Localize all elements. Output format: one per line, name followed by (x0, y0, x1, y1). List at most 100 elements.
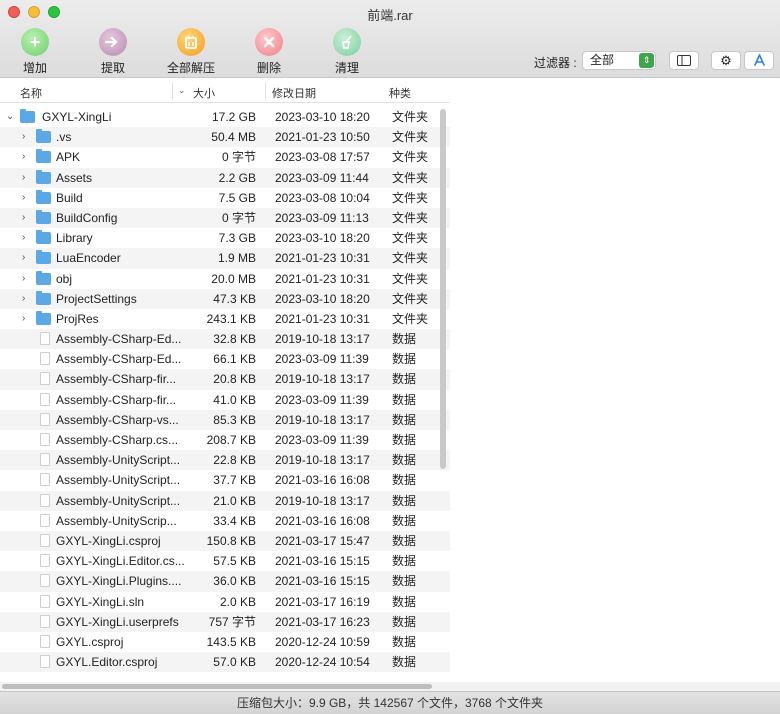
row-size: 22.8 KB (213, 453, 256, 468)
row-size: 2.0 KB (219, 594, 256, 609)
row-name: Library (56, 231, 93, 246)
chevron-right-icon[interactable]: › (22, 269, 25, 289)
column-kind[interactable]: 种类 (389, 85, 411, 101)
row-name: GXYL-XingLi.sln (56, 594, 145, 609)
extract-button[interactable]: 提取 (78, 28, 148, 76)
app-store-button[interactable] (744, 51, 774, 70)
extract-label: 提取 (100, 61, 125, 75)
row-size: 0 字节 (221, 150, 256, 165)
chevron-right-icon[interactable]: › (22, 309, 25, 329)
table-row[interactable]: GXYL-XingLi.Plugins.... 36.0 KB 2021-03-16… (0, 571, 450, 592)
file-icon (40, 372, 50, 386)
table-row[interactable]: GXYL-XingLi.userprefs 757 字节 2021-03-17 16… (0, 611, 450, 632)
row-date: 2019-10-18 13:17 (275, 332, 370, 347)
row-size: 32.8 KB (213, 332, 256, 347)
settings-button[interactable]: ⚙ (711, 51, 741, 70)
table-row[interactable]: › ProjRes 243.1 KB 2021-01-23 10:31 文件夹 (0, 309, 450, 329)
row-date: 2021-03-16 15:15 (275, 574, 370, 589)
row-date: 2019-10-18 13:17 (275, 412, 370, 427)
vertical-scrollbar[interactable] (440, 109, 446, 469)
table-row[interactable]: Assembly-CSharp.cs... 208.7 KB 2023-03-09 … (0, 430, 450, 450)
row-name: GXYL-XingLi.Editor.cs... (56, 554, 185, 569)
row-size: 57.0 KB (213, 655, 256, 670)
delete-label: 删除 (256, 61, 281, 75)
chevron-right-icon[interactable]: › (22, 289, 25, 309)
column-name[interactable]: 名称 (20, 85, 42, 101)
row-size: 66.1 KB (213, 352, 256, 367)
chevron-down-icon[interactable]: ⌄ (6, 107, 14, 127)
row-size: 57.5 KB (213, 554, 256, 569)
sidebar-toggle-button[interactable] (669, 51, 699, 70)
table-row[interactable]: GXYL.Editor.csproj 57.0 KB 2020-12-24 10:5… (0, 652, 450, 673)
table-row[interactable]: GXYL.csproj 143.5 KB 2020-12-24 10:59 数据 (0, 632, 450, 652)
table-row[interactable]: GXYL-XingLi.sln 2.0 KB 2021-03-17 16:19 数据 (0, 592, 450, 612)
row-kind: 文件夹 (392, 311, 429, 326)
row-name: Assembly-CSharp-fir... (56, 392, 177, 407)
row-date: 2021-03-17 16:23 (275, 614, 370, 629)
file-icon (40, 634, 50, 648)
table-row[interactable]: GXYL-XingLi.csproj 150.8 KB 2021-03-17 15:… (0, 530, 450, 552)
file-rows: ⌄ GXYL-XingLi 17.2 GB 2023-03-10 18:20 文件夹 ›.… (0, 107, 450, 673)
table-row[interactable]: › LuaEncoder 1.9 MB 2021-01-23 10:31 文件夹 (0, 248, 450, 269)
folder-icon (36, 169, 51, 184)
add-button[interactable]: + 增加 (0, 28, 70, 76)
row-date: 2023-03-09 11:13 (275, 210, 369, 225)
row-name: Assembly-CSharp.cs... (56, 433, 179, 447)
chevron-right-icon[interactable]: › (22, 228, 25, 248)
filter-select[interactable]: 全部 ⇕ (582, 51, 656, 70)
row-size: 208.7 KB (206, 433, 256, 447)
horizontal-scrollbar[interactable] (0, 682, 780, 691)
horizontal-scroll-thumb[interactable] (2, 684, 432, 689)
row-date: 2023-03-08 17:57 (275, 150, 370, 165)
table-row[interactable]: Assembly-UnityScrip... 33.4 KB 2021-03-16 … (0, 511, 450, 531)
extract-all-button[interactable]: 全部解压 (156, 28, 226, 76)
table-row[interactable]: Assembly-CSharp-fir... 41.0 KB 2023-03-09 … (0, 390, 450, 410)
table-row[interactable]: Assembly-UnityScript... 21.0 KB 2019-10-18… (0, 490, 450, 511)
chevron-right-icon[interactable]: › (22, 248, 25, 268)
chevron-right-icon[interactable]: › (22, 127, 25, 147)
row-kind: 数据 (392, 352, 417, 367)
chevron-right-icon[interactable]: › (22, 208, 25, 228)
table-row[interactable]: Assembly-CSharp-Ed... 32.8 KB 2019-10-18 1… (0, 329, 450, 350)
row-kind: 数据 (392, 453, 417, 468)
row-date: 2023-03-09 11:39 (275, 392, 369, 407)
archive-window: 前端.rar + 增加 提取 全部解压 删除 清理 过滤器: 全部 ⇕ ⚙ 名… (0, 0, 780, 714)
row-name: Assembly-CSharp-Ed... (56, 352, 182, 367)
row-size: 21.0 KB (213, 493, 256, 508)
filter-value: 全部 (590, 53, 615, 67)
table-row[interactable]: Assembly-CSharp-fir... 20.8 KB 2019-10-18 … (0, 369, 450, 390)
row-date: 2023-03-09 11:44 (275, 170, 369, 185)
row-size: 20.0 MB (211, 271, 256, 286)
table-row[interactable]: › obj 20.0 MB 2021-01-23 10:31 文件夹 (0, 269, 450, 289)
column-size[interactable]: 大小 (172, 82, 266, 100)
table-row[interactable]: Assembly-CSharp-vs... 85.3 KB 2019-10-18 1… (0, 409, 450, 430)
column-modified[interactable]: 修改日期 (272, 85, 316, 101)
table-row[interactable]: › Library 7.3 GB 2023-03-10 18:20 文件夹 (0, 228, 450, 248)
row-size: 33.4 KB (213, 513, 256, 528)
chevron-right-icon[interactable]: › (22, 168, 25, 188)
row-kind: 数据 (392, 332, 417, 347)
row-date: 2021-03-16 16:08 (275, 513, 370, 528)
table-row[interactable]: › .vs 50.4 MB 2021-01-23 10:50 文件夹 (0, 127, 450, 148)
table-row[interactable]: Assembly-CSharp-Ed... 66.1 KB 2023-03-09 1… (0, 349, 450, 369)
chevron-right-icon[interactable]: › (22, 188, 25, 208)
row-size: 757 字节 (208, 614, 256, 629)
delete-button[interactable]: 删除 (234, 28, 304, 76)
table-row[interactable]: › ProjectSettings 47.3 KB 2023-03-10 18:20 文… (0, 288, 450, 309)
table-row[interactable]: › BuildConfig 0 字节 2023-03-09 11:13 文件夹 (0, 207, 450, 229)
chevron-right-icon[interactable]: › (22, 147, 25, 167)
clean-button[interactable]: 清理 (312, 28, 382, 76)
table-row[interactable]: › APK 0 字节 2023-03-08 17:57 文件夹 (0, 147, 450, 167)
extract-icon (99, 28, 127, 56)
table-row[interactable]: › Assets 2.2 GB 2023-03-09 11:44 文件夹 (0, 167, 450, 188)
row-date: 2021-01-23 10:31 (275, 251, 370, 266)
table-row[interactable]: › Build 7.5 GB 2023-03-08 10:04 文件夹 (0, 188, 450, 208)
row-name: Assets (56, 170, 93, 185)
table-row[interactable]: ⌄ GXYL-XingLi 17.2 GB 2023-03-10 18:20 文件夹 (0, 107, 450, 127)
table-row[interactable]: Assembly-UnityScript... 22.8 KB 2019-10-18… (0, 450, 450, 471)
row-size: 17.2 GB (211, 110, 256, 124)
row-kind: 文件夹 (392, 150, 429, 165)
table-row[interactable]: GXYL-XingLi.Editor.cs... 57.5 KB 2021-03-1… (0, 551, 450, 571)
file-list[interactable]: 名称 大小 ⌄ 修改日期 种类 ⌄ GXYL-XingLi 17.2 GB 2023-… (0, 79, 450, 682)
table-row[interactable]: Assembly-UnityScript... 37.7 KB 2021-03-16… (0, 470, 450, 490)
